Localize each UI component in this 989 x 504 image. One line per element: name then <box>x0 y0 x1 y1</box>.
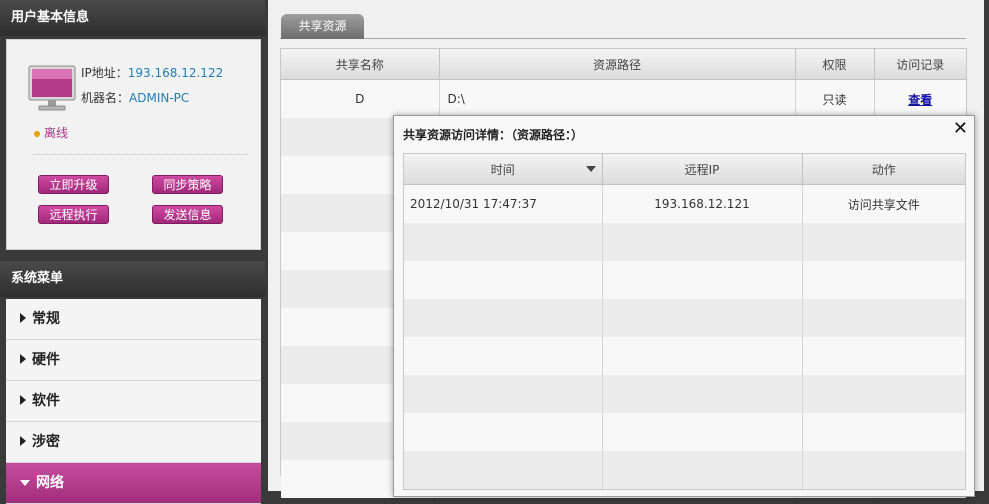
computer-monitor-icon <box>28 65 76 111</box>
share-name-cell: D <box>281 79 440 118</box>
system-menu-header: 系统菜单 <box>0 261 265 297</box>
column-header[interactable]: 共享名称 <box>281 49 440 80</box>
tab-bar: 共享资源 <box>280 12 966 39</box>
user-info-header: 用户基本信息 <box>0 0 265 36</box>
time-cell: 2012/10/31 17:47:37 <box>404 184 603 223</box>
menu-item-label: 网络 <box>36 475 64 491</box>
column-header[interactable]: 资源路径 <box>439 49 796 80</box>
status-text: 离线 <box>44 126 69 140</box>
empty-row <box>404 375 965 413</box>
column-header[interactable]: 访问记录 <box>874 49 966 80</box>
menu-item-software[interactable]: 软件 <box>6 381 261 422</box>
access-details-dialog: 共享资源访问详情：（资源路径：） ✕ 时间 远程IP 动作 2012/10/31… <box>393 115 975 497</box>
view-link[interactable]: 查看 <box>908 93 932 107</box>
remote-ip-cell: 193.168.12.121 <box>602 184 803 223</box>
menu-item-label: 硬件 <box>32 352 60 368</box>
hostname-label: 机器名： <box>81 91 130 105</box>
expand-arrow-icon <box>20 436 26 446</box>
send-message-button[interactable]: 发送信息 <box>152 205 223 224</box>
tab-shared-resources[interactable]: 共享资源 <box>281 14 364 39</box>
menu-item-label: 常规 <box>32 311 60 327</box>
menu-item-classified[interactable]: 涉密 <box>6 422 261 463</box>
column-header-action[interactable]: 动作 <box>802 154 965 185</box>
divider <box>33 154 248 155</box>
menu-item-hardware[interactable]: 硬件 <box>6 340 261 381</box>
permission-cell: 只读 <box>795 79 875 118</box>
menu-item-label: 软件 <box>32 393 60 409</box>
column-header[interactable]: 权限 <box>795 49 875 80</box>
empty-row <box>404 413 965 451</box>
expand-arrow-icon <box>20 313 26 323</box>
table-row[interactable]: 2012/10/31 17:47:37 193.168.12.121 访问共享文… <box>404 184 965 223</box>
close-icon[interactable]: ✕ <box>953 118 968 139</box>
table-row[interactable]: D D:\ 只读 查看 <box>281 79 966 118</box>
empty-row <box>404 337 965 375</box>
menu-item-label: 涉密 <box>32 434 60 450</box>
status-indicator: 离线 <box>34 124 68 141</box>
ip-address-row: IP地址：193.168.12.122 <box>81 64 223 81</box>
menu-item-network[interactable]: 网络 <box>6 463 261 504</box>
column-header-remote-ip[interactable]: 远程IP <box>602 154 803 185</box>
empty-row <box>404 223 965 261</box>
share-path-cell: D:\ <box>439 79 796 118</box>
empty-row <box>404 299 965 337</box>
ip-value: 193.168.12.122 <box>127 66 224 80</box>
menu-item-general[interactable]: 常规 <box>6 299 261 340</box>
user-info-panel: IP地址：193.168.12.122 机器名：ADMIN-PC 离线 立即升级… <box>6 39 261 250</box>
collapse-arrow-icon <box>20 480 30 486</box>
hostname-row: 机器名：ADMIN-PC <box>81 89 189 106</box>
system-menu: 常规 硬件 软件 涉密 网络 <box>6 299 261 504</box>
ip-label: IP地址： <box>81 66 128 80</box>
column-label: 时间 <box>490 162 515 177</box>
access-record-cell: 查看 <box>874 79 966 118</box>
sync-policy-button[interactable]: 同步策略 <box>152 175 223 194</box>
expand-arrow-icon <box>20 395 26 405</box>
remote-exec-button[interactable]: 远程执行 <box>38 205 109 224</box>
status-dot-icon <box>34 130 40 137</box>
action-cell: 访问共享文件 <box>802 184 965 223</box>
column-header-time[interactable]: 时间 <box>404 154 603 185</box>
expand-arrow-icon <box>20 354 26 364</box>
access-log-table: 时间 远程IP 动作 2012/10/31 17:47:37 193.168.1… <box>403 153 966 490</box>
empty-row <box>404 451 965 489</box>
upgrade-button[interactable]: 立即升级 <box>38 175 109 194</box>
sort-down-icon[interactable] <box>585 166 596 172</box>
hostname-value: ADMIN-PC <box>129 91 190 105</box>
empty-row <box>404 261 965 299</box>
dialog-title: 共享资源访问详情：（资源路径：） <box>403 128 584 142</box>
